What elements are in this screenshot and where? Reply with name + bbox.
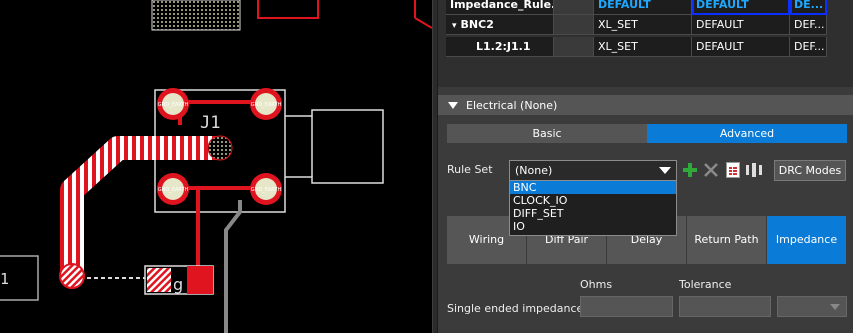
tab-impedance[interactable]: Impedance [767, 216, 847, 264]
spreadsheet-icon[interactable] [724, 161, 742, 179]
table-cell[interactable]: XL_SET [594, 37, 692, 57]
basic-mode-button[interactable]: Basic [447, 124, 647, 143]
table-cell[interactable]: DEFAULT [692, 15, 790, 35]
table-header-cell[interactable]: DEFAULT [692, 0, 790, 15]
pcb-canvas[interactable]: g GND_EARTH GND_EARTH GND_EARTH GND_EART… [0, 0, 432, 333]
table-header-cell[interactable] [554, 0, 594, 15]
rule-set-label: Rule Set [447, 163, 493, 176]
table-cell[interactable]: XL_SET [594, 15, 692, 35]
constraint-panel: Impedance_Rule... DEFAULT DEFAULT DE... … [438, 0, 853, 333]
pad-label: GND_EARTH [158, 187, 189, 193]
grey-trace [224, 200, 242, 333]
pad-label: GND_EARTH [251, 187, 282, 193]
rule-set-option[interactable]: CLOCK_IO [510, 194, 676, 207]
app-root: g GND_EARTH GND_EARTH GND_EARTH GND_EART… [0, 0, 853, 333]
rule-set-dropdown-list: BNC CLOCK_IO DIFF_SET IO [509, 180, 677, 236]
tolerance-label: Tolerance [679, 278, 732, 291]
rule-set-select[interactable]: (None) [509, 160, 677, 181]
table-row[interactable]: L1.2:J1.1 XL_SET DEFAULT DEF... [446, 37, 827, 57]
bnc-connector-outline [285, 109, 384, 184]
mode-toggle: Basic Advanced [447, 124, 847, 143]
rule-set-option[interactable]: BNC [510, 181, 676, 194]
tolerance-field[interactable] [679, 296, 771, 317]
plus-icon[interactable] [681, 161, 699, 179]
bnc-pad[interactable]: GND_EARTH [157, 88, 189, 120]
table-cell-name: L1.2:J1.1 [446, 37, 554, 57]
ohms-field[interactable] [580, 296, 673, 317]
single-ended-impedance-label: Single ended impedance [447, 302, 584, 315]
row-name: BNC2 [460, 18, 494, 31]
chevron-down-icon[interactable] [659, 167, 671, 174]
table-header-row: Impedance_Rule... DEFAULT DEFAULT DE... [446, 0, 827, 15]
table-header-cell[interactable]: DEFAULT [594, 0, 692, 15]
partial-component-label: 1 [0, 270, 9, 288]
pad-label: GND_EARTH [251, 102, 282, 108]
via-pad [59, 263, 85, 289]
bnc-pad[interactable]: GND_EARTH [250, 173, 282, 205]
electrical-section-header[interactable]: Electrical (None) [438, 95, 853, 115]
table-header-cell[interactable]: DE... [790, 0, 827, 15]
section-title: Electrical (None) [466, 98, 558, 112]
rule-set-option[interactable]: IO [510, 220, 676, 233]
rule-set-option[interactable]: DIFF_SET [510, 207, 676, 220]
pcb-drawing: g GND_EARTH GND_EARTH GND_EARTH GND_EART… [0, 0, 432, 333]
rule-table: Impedance_Rule... DEFAULT DEFAULT DE... … [438, 0, 853, 87]
drc-modes-button[interactable]: DRC Modes [774, 160, 846, 181]
advanced-mode-button[interactable]: Advanced [647, 124, 847, 143]
collapse-triangle-icon[interactable] [448, 101, 458, 109]
bnc-pad[interactable]: GND_EARTH [157, 173, 189, 205]
table-cell-name: ▾ BNC2 [446, 15, 554, 35]
table-cell [554, 15, 594, 35]
dots-icon[interactable] [745, 161, 763, 179]
dotted-component [151, 0, 241, 31]
table-row[interactable]: ▾ BNC2 XL_SET DEFAULT DEF... [446, 15, 827, 35]
tab-return-path[interactable]: Return Path [687, 216, 767, 264]
bnc-pad[interactable]: GND_EARTH [250, 88, 282, 120]
chevron-down-icon[interactable] [830, 304, 840, 310]
x-icon[interactable] [702, 161, 720, 179]
red-outline-component [257, 0, 319, 19]
tolerance-unit-select[interactable] [777, 296, 847, 317]
pad-label: GND_EARTH [158, 102, 189, 108]
table-cell[interactable]: DEFAULT [692, 37, 790, 57]
table-cell[interactable]: DEF... [790, 15, 827, 35]
expand-triangle-icon[interactable]: ▾ [452, 21, 457, 31]
table-cell [554, 37, 594, 57]
table-header-cell[interactable]: Impedance_Rule... [446, 0, 554, 15]
svg-text:g: g [173, 275, 183, 294]
component-label-j1: J1 [200, 113, 220, 133]
ohms-label: Ohms [580, 278, 613, 291]
table-cell[interactable]: DEF... [790, 37, 827, 57]
rule-set-value: (None) [515, 164, 553, 177]
